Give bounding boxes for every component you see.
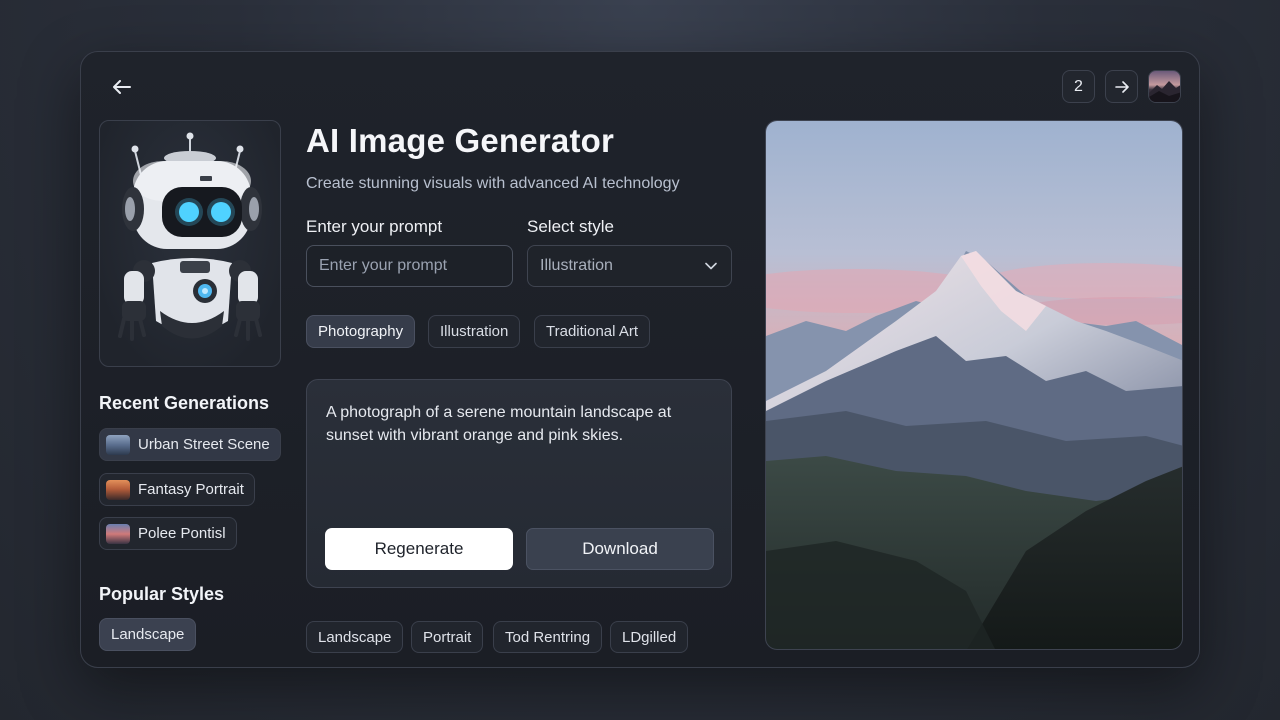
style-label: Select style	[527, 217, 614, 236]
chip-tod-rentring[interactable]: Tod Rentring	[493, 621, 603, 653]
chip-portrait[interactable]: Portrait	[411, 621, 484, 653]
robot-avatar-card	[99, 120, 281, 367]
arrow-right-icon	[1114, 80, 1129, 93]
download-button[interactable]: Download	[526, 528, 714, 570]
recent-generations-title: Recent Generations	[99, 393, 270, 413]
mountain-landscape-image	[766, 121, 1182, 649]
popular-styles-title: Popular Styles	[99, 584, 225, 604]
generated-image-preview[interactable]	[765, 120, 1183, 650]
user-avatar[interactable]	[1148, 70, 1181, 103]
page-number[interactable]: 2	[1062, 70, 1095, 103]
style-chip-landscape[interactable]: Landscape	[99, 618, 197, 651]
chip-ldgilled[interactable]: LDgilled	[610, 621, 689, 653]
page-subtitle: Create stunning visuals with advanced AI…	[306, 175, 680, 192]
recent-item-label: Polee Pontisl	[138, 525, 226, 542]
regenerate-button[interactable]: Regenerate	[325, 528, 513, 570]
arrow-left-icon	[113, 80, 131, 94]
next-button[interactable]	[1105, 70, 1138, 103]
recent-item-fantasy-portrait[interactable]: Fantasy Portrait	[99, 473, 255, 506]
back-button[interactable]	[107, 74, 137, 100]
description-panel: A photograph of a serene mountain landsc…	[306, 379, 732, 588]
top-right-controls: 2	[1062, 70, 1181, 103]
tab-illustration[interactable]: Illustration	[428, 315, 521, 348]
generation-description: A photograph of a serene mountain landsc…	[326, 404, 672, 444]
recent-item-polee-pontisl[interactable]: Polee Pontisl	[99, 517, 237, 550]
recent-thumbnail	[106, 434, 130, 455]
recent-thumbnail	[106, 523, 130, 544]
style-select[interactable]: Illustration	[527, 245, 732, 287]
tab-photography[interactable]: Photography	[306, 315, 416, 348]
tab-traditional-art[interactable]: Traditional Art	[534, 315, 650, 348]
recent-item-urban-street[interactable]: Urban Street Scene	[99, 428, 281, 461]
prompt-input[interactable]	[306, 245, 513, 287]
robot-illustration	[118, 132, 262, 341]
recent-item-label: Urban Street Scene	[138, 436, 270, 453]
chevron-down-icon	[705, 262, 717, 270]
recent-item-label: Fantasy Portrait	[138, 481, 244, 498]
style-select-value: Illustration	[540, 257, 613, 274]
recent-thumbnail	[106, 479, 130, 500]
prompt-label: Enter your prompt	[306, 217, 443, 236]
chip-landscape[interactable]: Landscape	[306, 621, 404, 653]
page-title: AI Image Generator	[306, 122, 615, 159]
generator-card: 2 Recent Generations Urban Street Scene …	[80, 51, 1200, 668]
